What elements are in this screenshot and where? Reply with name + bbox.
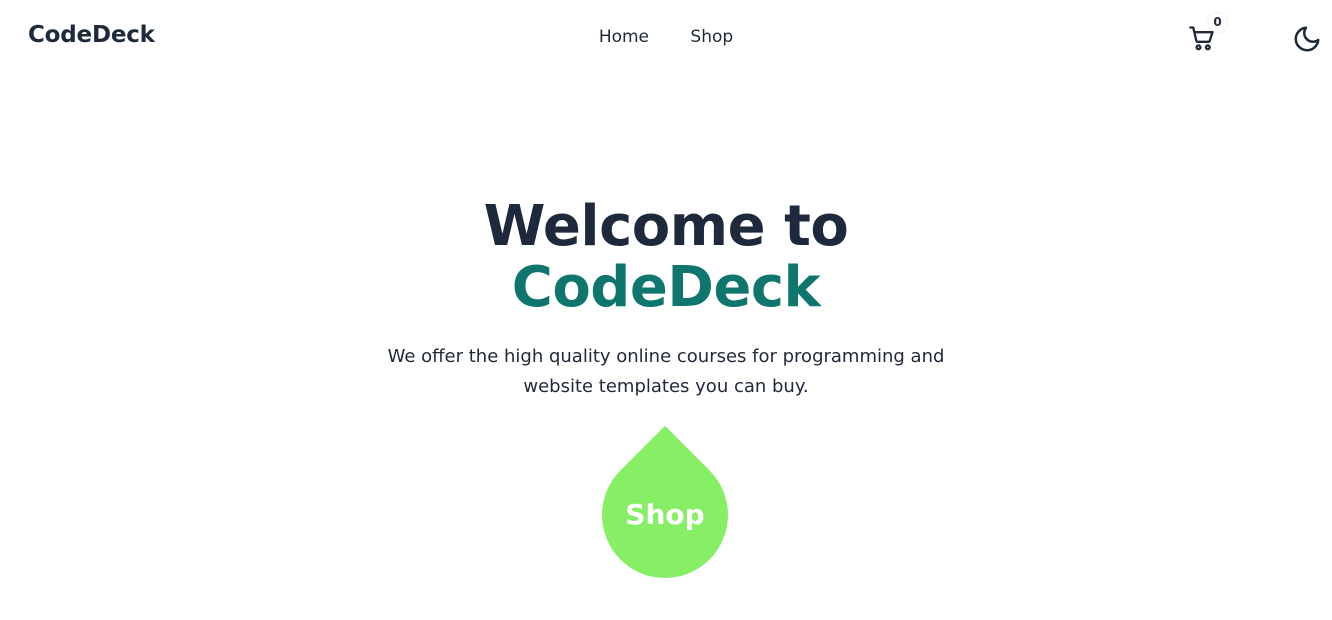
moon-icon — [1294, 26, 1320, 52]
hero-title: Welcome to CodeDeck — [0, 196, 1332, 318]
shop-cta-button[interactable]: Shop — [575, 425, 755, 605]
brand-logo[interactable]: CodeDeck — [28, 22, 155, 48]
nav-link-shop[interactable]: Shop — [690, 27, 733, 47]
cart-count-badge: 0 — [1208, 13, 1227, 32]
navbar: CodeDeck Home Shop 0 — [0, 0, 1332, 76]
shop-cta-label: Shop — [625, 498, 705, 531]
hero-section: Welcome to CodeDeck We offer the high qu… — [0, 196, 1332, 402]
nav-link-home[interactable]: Home — [599, 27, 649, 47]
nav-links: Home Shop — [0, 27, 1332, 47]
hero-title-line1: Welcome to — [483, 194, 849, 259]
hero-title-brand: CodeDeck — [511, 255, 821, 320]
hero-description: We offer the high quality online courses… — [387, 346, 945, 397]
cart-button[interactable]: 0 — [1186, 13, 1227, 54]
theme-toggle-button[interactable] — [1292, 24, 1322, 54]
